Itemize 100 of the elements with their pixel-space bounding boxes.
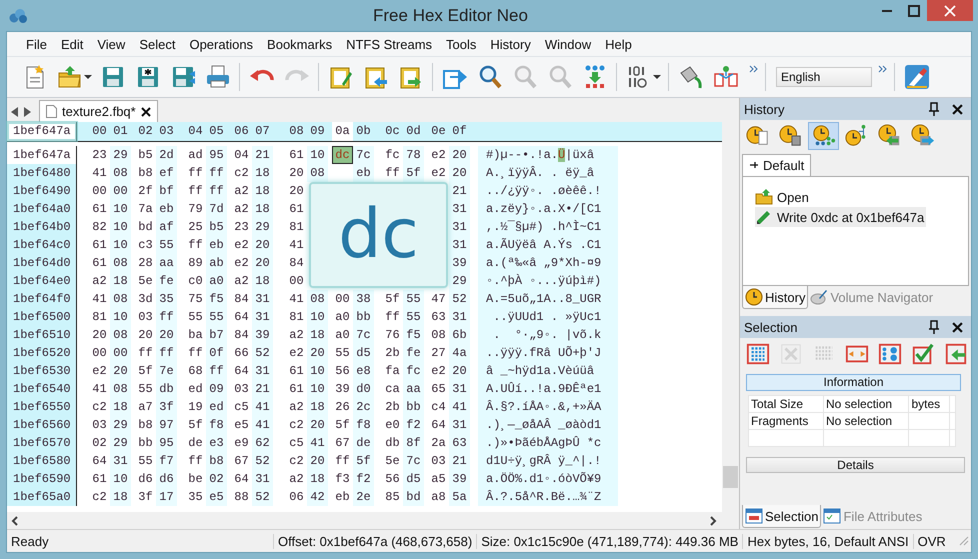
hex-byte: 20 — [156, 326, 177, 344]
hex-byte: 61 — [288, 201, 305, 218]
hex-byte: c2 — [91, 399, 108, 416]
horizontal-scrollbar[interactable] — [7, 512, 739, 529]
triangle-left-icon — [11, 107, 19, 117]
column-header: 0d — [405, 123, 422, 140]
hex-byte: 00 — [288, 273, 305, 290]
history-tool-button[interactable] — [808, 122, 839, 150]
menu-item[interactable]: View — [90, 36, 132, 52]
minimize-icon — [882, 10, 892, 12]
panel-tab[interactable]: History — [742, 286, 808, 309]
close-button[interactable] — [927, 0, 973, 21]
document-tab[interactable]: texture2.fbq* — [39, 100, 158, 122]
row-offset: 1bef6580 — [7, 452, 77, 470]
ascii-text: â _~hÿd1a.Vèúüâ — [486, 364, 594, 378]
hex-byte: 61 — [91, 471, 108, 488]
hex-byte: 41 — [91, 165, 108, 182]
hex-byte: b5 — [137, 147, 154, 164]
hex-byte: 31 — [252, 362, 273, 380]
ascii-text: Â.§?.íÅA◦.&,+»ÄA — [486, 400, 602, 414]
hex-byte: 84 — [288, 255, 305, 272]
hex-byte: 31 — [449, 236, 470, 254]
hex-byte: 20 — [252, 254, 273, 272]
row-offset: 1bef64c0 — [7, 236, 77, 254]
folder-icon — [755, 189, 773, 205]
menu-item[interactable]: Select — [132, 36, 182, 52]
hex-byte: 84 — [233, 291, 250, 308]
hex-byte: 31 — [449, 380, 470, 398]
hex-byte: b7 — [206, 326, 227, 344]
hex-byte: 25 — [187, 219, 204, 236]
hex-byte: 31 — [449, 218, 470, 236]
group-tab[interactable]: Default — [742, 154, 812, 176]
hex-byte: e2 — [91, 363, 108, 380]
hex-byte: ed — [206, 398, 227, 416]
menu-item[interactable]: Bookmarks — [260, 36, 340, 52]
column-header: 0a — [332, 122, 353, 141]
caret-icon — [84, 75, 92, 79]
row-offset: 1bef6550 — [7, 398, 77, 416]
hex-byte: 03 — [233, 381, 250, 398]
close-icon[interactable] — [140, 106, 151, 116]
menu-item[interactable]: History — [483, 36, 538, 52]
menu-item[interactable]: Window — [538, 36, 598, 52]
close-icon[interactable] — [952, 322, 963, 332]
calendar-icon — [745, 508, 763, 524]
menu-item[interactable]: Help — [598, 36, 639, 52]
hex-byte: 62 — [252, 434, 273, 452]
hex-byte: 55 — [206, 308, 227, 326]
hex-byte: 02 — [206, 470, 227, 488]
language-dropdown[interactable]: English — [776, 67, 872, 87]
printer-icon — [204, 64, 230, 90]
column-header: 07 — [254, 123, 271, 140]
hex-byte: 65 — [430, 381, 447, 398]
hex-byte: 5e — [384, 453, 401, 470]
ascii-text: d1U÷ÿ¸gRÂ ÿ_^|.! — [486, 454, 602, 468]
hex-byte: 18 — [307, 326, 328, 344]
menu-item[interactable]: NTFS Streams — [339, 36, 440, 52]
hex-byte: f5 — [206, 290, 227, 308]
status-text: OVR — [916, 534, 947, 548]
section-header[interactable]: Details — [746, 457, 965, 473]
menu-item[interactable]: Operations — [182, 36, 260, 52]
caret-icon — [653, 75, 661, 79]
status-text: Size: 0x1c15c90e (471,189,774): 449.36 MB — [477, 534, 744, 548]
hex-byte: bb — [403, 398, 424, 416]
hex-byte: 2a — [430, 435, 447, 452]
hex-byte: 85 — [384, 489, 401, 506]
history-entry[interactable]: Write 0xdc at 0x1bef647a — [755, 207, 926, 227]
row-offset: 1bef64b0 — [7, 218, 77, 236]
hex-byte: ff — [206, 182, 227, 200]
hex-byte: a7 — [137, 399, 154, 416]
hex-byte: ff — [187, 165, 204, 182]
hex-byte: 19 — [187, 399, 204, 416]
hex-byte: 20 — [307, 344, 328, 362]
menu-item[interactable]: File — [19, 36, 54, 52]
panel-tab[interactable]: Selection — [742, 505, 822, 528]
close-icon[interactable] — [952, 104, 963, 114]
hex-byte: 31 — [449, 200, 470, 218]
menu-item[interactable]: Tools — [439, 36, 484, 52]
history-entry[interactable]: Open — [755, 187, 811, 207]
menu-item[interactable]: Edit — [54, 36, 90, 52]
hex-byte: 2b — [384, 345, 401, 362]
hex-byte: 42 — [307, 488, 328, 506]
hex-byte: f5 — [403, 326, 424, 344]
clock-icon — [844, 124, 868, 148]
hex-byte: 18 — [110, 488, 131, 506]
hex-byte: 41 — [449, 398, 470, 416]
section-header[interactable]: Information — [746, 374, 961, 391]
hex-byte: ef — [156, 164, 177, 182]
hex-byte: ff — [334, 453, 351, 470]
hex-byte: c2 — [233, 165, 250, 182]
resize-grip-icon[interactable] — [959, 536, 969, 546]
row-offset: 1bef6560 — [7, 416, 77, 434]
table-icon — [823, 508, 842, 524]
hex-byte: 08 — [430, 327, 447, 344]
hex-byte: c3 — [137, 237, 154, 254]
hex-byte: c2 — [288, 417, 305, 434]
row-offset: 1bef64e0 — [7, 272, 77, 290]
hex-byte: ff — [187, 345, 204, 362]
hex-byte: 20 — [91, 327, 108, 344]
hex-byte: e2 — [288, 345, 305, 362]
clock-icon — [878, 124, 902, 148]
